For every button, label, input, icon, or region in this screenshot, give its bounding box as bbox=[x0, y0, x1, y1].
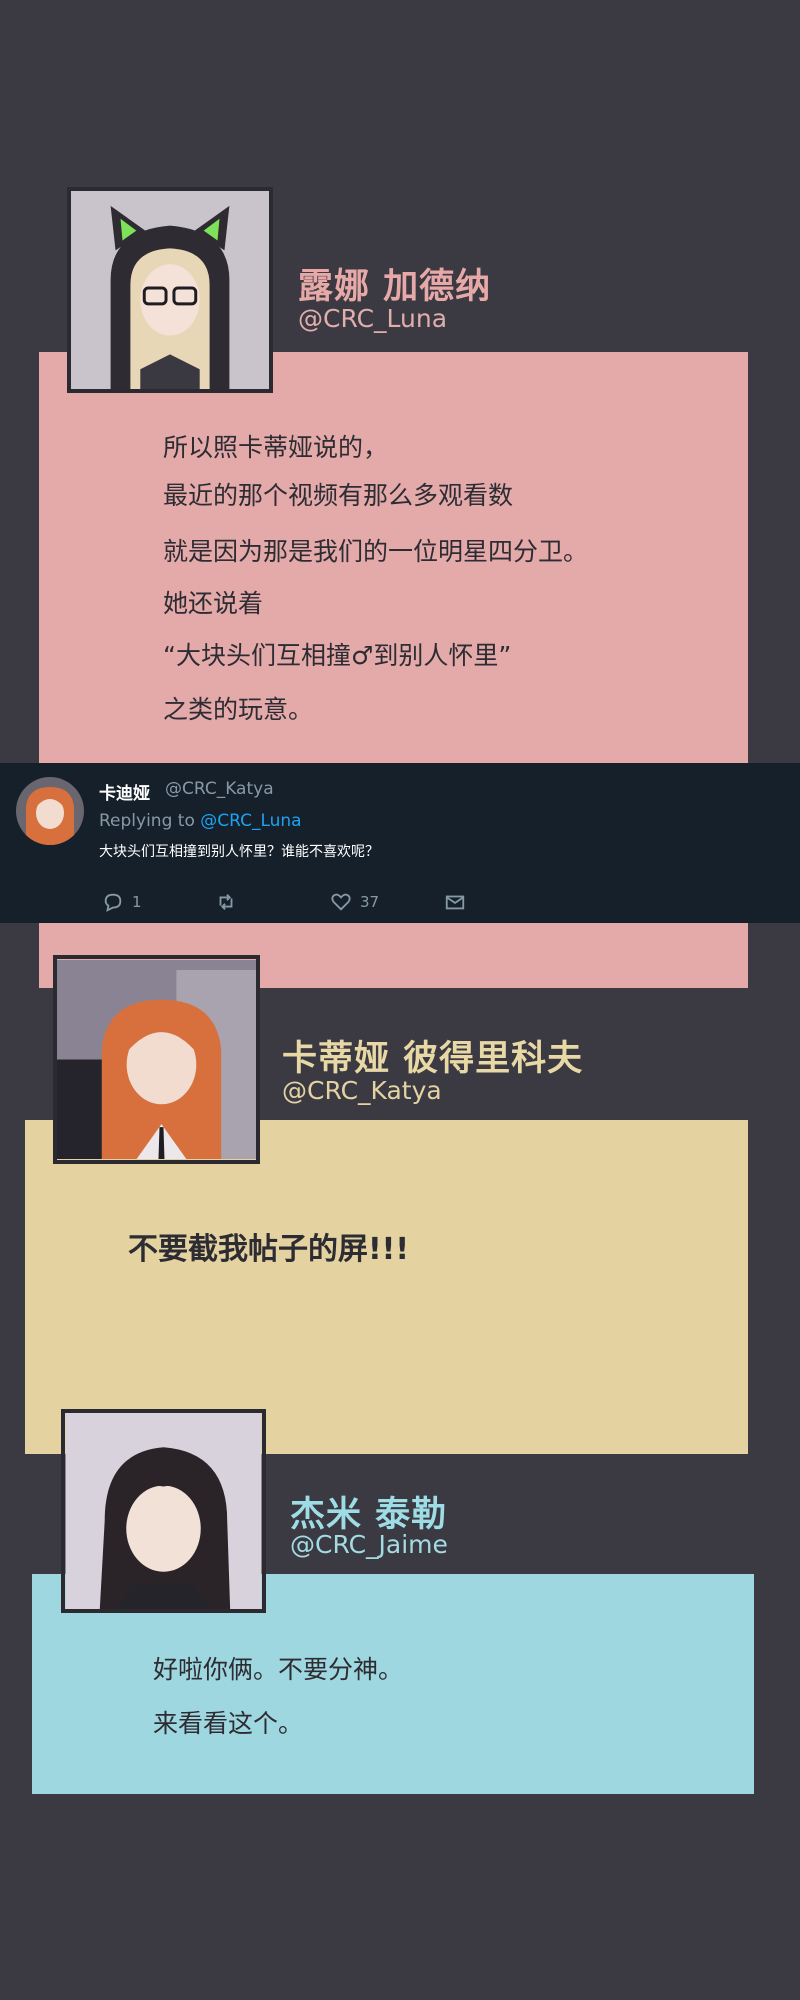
reply-count: 1 bbox=[132, 893, 142, 911]
tweet-embed[interactable]: 卡迪娅 @CRC_Katya Replying to @CRC_Luna 大块头… bbox=[0, 763, 800, 923]
katya-tweet-avatar-icon bbox=[16, 777, 84, 845]
luna-line-6: 之类的玩意。 bbox=[163, 695, 314, 724]
message-button[interactable] bbox=[444, 891, 466, 913]
katya-handle: @CRC_Katya bbox=[282, 1076, 442, 1105]
jaime-handle: @CRC_Jaime bbox=[290, 1530, 448, 1559]
tweet-avatar[interactable] bbox=[16, 777, 84, 845]
luna-handle: @CRC_Luna bbox=[298, 304, 448, 333]
replying-label: Replying to bbox=[99, 811, 201, 831]
luna-line-3: 就是因为那是我们的一位明星四分卫。 bbox=[163, 537, 589, 566]
luna-avatar-icon bbox=[71, 191, 269, 389]
luna-line-1: 所以照卡蒂娅说的， bbox=[163, 433, 389, 462]
luna-line-2: 最近的那个视频有那么多观看数 bbox=[163, 481, 514, 510]
katya-avatar[interactable] bbox=[53, 955, 260, 1164]
luna-line-4: 她还说着 bbox=[163, 589, 264, 618]
tweet-text: 大块头们互相撞到别人怀里？谁能不喜欢呢？ bbox=[99, 844, 379, 860]
like-button[interactable]: 37 bbox=[330, 891, 379, 913]
jaime-avatar-icon bbox=[65, 1413, 262, 1609]
jaime-avatar[interactable] bbox=[61, 1409, 266, 1613]
katya-name: 卡蒂娅 彼得里科夫 bbox=[282, 1039, 584, 1079]
retweet-icon bbox=[219, 894, 233, 910]
replying-mention-link[interactable]: @CRC_Luna bbox=[200, 811, 301, 831]
tweet-author-name[interactable]: 卡迪娅 bbox=[99, 779, 150, 804]
reply-icon bbox=[104, 893, 122, 912]
katya-message: 不要截我帖子的屏!!! bbox=[128, 1232, 410, 1267]
heart-icon bbox=[331, 893, 351, 911]
luna-line-5: “大块头们互相撞♂到别人怀里” bbox=[163, 641, 512, 670]
luna-name: 露娜 加德纳 bbox=[298, 267, 492, 307]
retweet-button[interactable] bbox=[215, 891, 245, 913]
luna-avatar[interactable] bbox=[67, 187, 273, 393]
tweet-replying-to: Replying to @CRC_Luna bbox=[99, 811, 302, 831]
mail-icon bbox=[445, 895, 465, 910]
like-count: 37 bbox=[360, 893, 380, 911]
katya-avatar-icon bbox=[57, 960, 256, 1159]
jaime-line-2: 来看看这个。 bbox=[153, 1709, 304, 1738]
reply-button[interactable]: 1 bbox=[102, 891, 142, 913]
katya-message-card bbox=[25, 1120, 748, 1454]
tweet-author-handle[interactable]: @CRC_Katya bbox=[165, 779, 274, 799]
jaime-line-1: 好啦你俩。不要分神。 bbox=[153, 1655, 404, 1684]
